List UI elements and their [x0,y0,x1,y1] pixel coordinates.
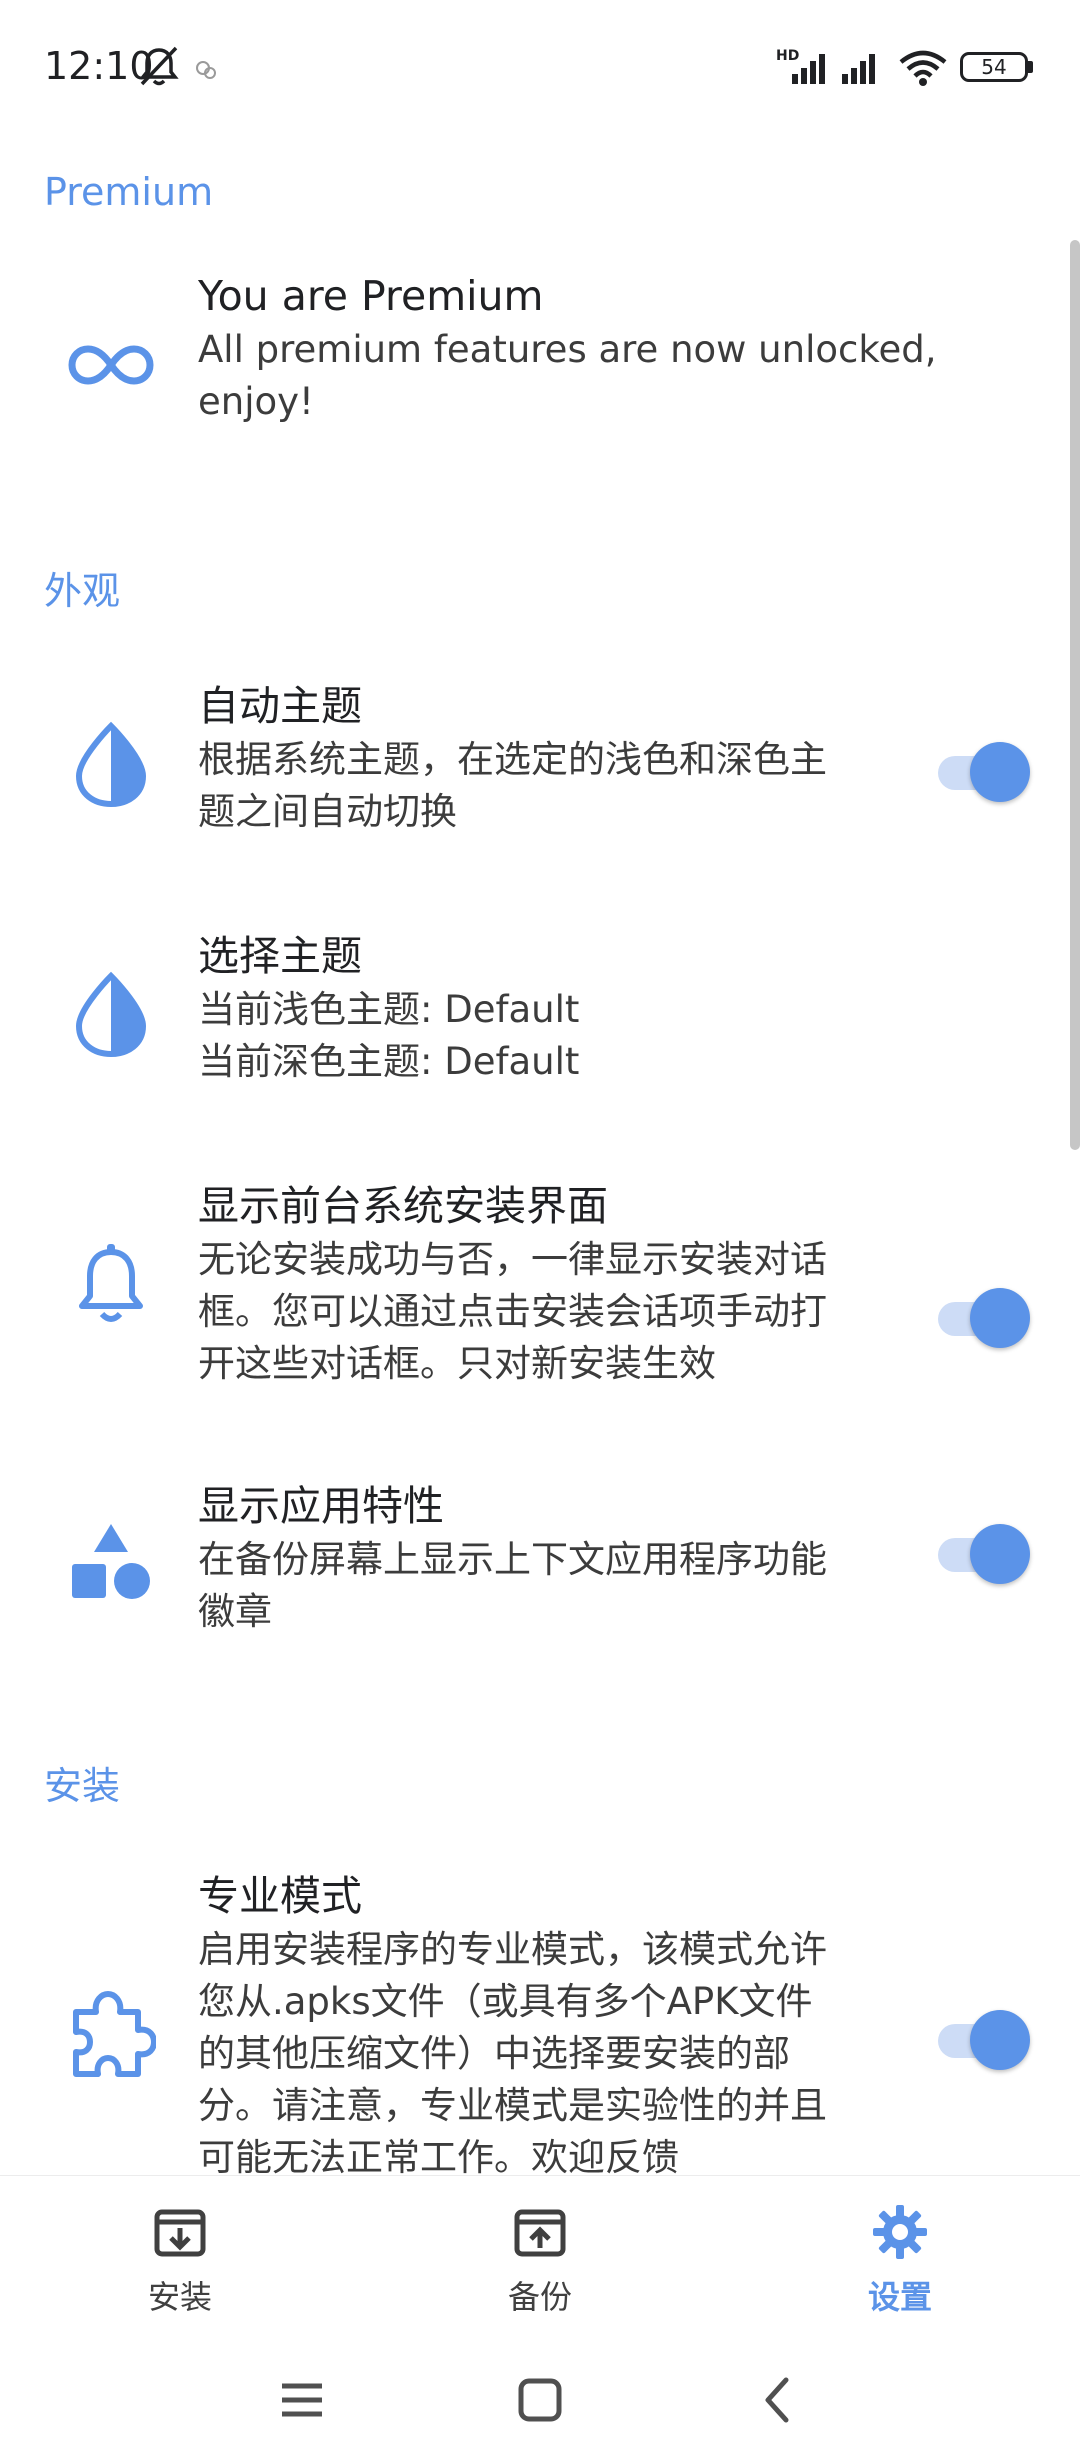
auto-theme-description: 根据系统主题，在选定的浅色和深色主 题之间自动切换 [198,738,827,833]
battery-level: 54 [981,55,1007,79]
show-app-features-title: 显示应用特性 [198,1482,444,1530]
nav-settings-label: 设置 [867,2278,932,2316]
settings-gear-icon [873,2205,927,2259]
select-theme-description: 当前浅色主题: Default 当前深色主题: Default [198,988,580,1083]
system-navigation-bar [0,2340,1080,2460]
premium-description: All premium features are now unlocked, e… [198,328,937,423]
wifi-icon [899,50,947,86]
toggle-thumb [970,1288,1030,1348]
premium-title: You are Premium [198,272,544,320]
home-icon[interactable] [500,2370,580,2430]
show-install-ui-toggle[interactable] [938,1288,1030,1348]
install-icon [154,2209,206,2257]
battery-icon: 54 [960,52,1028,82]
nav-install[interactable]: 安装 [80,2204,280,2324]
section-title-premium: Premium [44,170,214,214]
premium-item[interactable]: You are Premium All premium features are… [0,270,1080,470]
nav-install-label: 安装 [147,2278,212,2316]
menu-icon[interactable] [262,2370,342,2430]
show-app-features-description: 在备份屏幕上显示上下文应用程序功能 徽章 [198,1538,827,1633]
show-install-ui-description: 无论安装成功与否，一律显示安装对话 框。您可以通过点击安装会话项手动打 开这些对… [198,1238,827,1385]
setting-show-install-ui[interactable]: 显示前台系统安装界面 无论安装成功与否，一律显示安装对话 框。您可以通过点击安装… [0,1180,1080,1410]
section-title-appearance: 外观 [44,569,121,613]
setting-pro-mode[interactable]: 专业模式 启用安装程序的专业模式，该模式允许 您从.apks文件（或具有多个AP… [0,1870,1080,2175]
theme-drop-icon [75,971,147,1058]
pro-mode-toggle[interactable] [938,2010,1030,2070]
setting-auto-theme[interactable]: 自动主题 根据系统主题，在选定的浅色和深色主 题之间自动切换 [0,680,1080,880]
theme-drop-icon [75,721,147,808]
auto-theme-toggle[interactable] [938,742,1030,802]
settings-list[interactable]: Premium You are Premium All premium feat… [0,140,1080,2175]
battery-tip [1028,61,1033,73]
show-app-features-toggle[interactable] [938,1524,1030,1584]
show-install-ui-title: 显示前台系统安装界面 [198,1182,608,1230]
shapes-icon [72,1524,150,1599]
back-icon[interactable] [738,2370,818,2430]
nav-backup-label: 备份 [507,2278,572,2316]
nav-backup[interactable]: 备份 [440,2204,640,2324]
section-title-install: 安装 [44,1764,121,1808]
signal-strength-icon [792,54,825,84]
pro-mode-title: 专业模式 [198,1872,362,1920]
toggle-thumb [970,742,1030,802]
auto-theme-title: 自动主题 [198,682,362,730]
backup-icon [514,2209,566,2257]
puzzle-piece-icon [73,1991,156,2077]
bell-icon [79,1244,143,1322]
nav-settings[interactable]: 设置 [800,2204,1000,2324]
pro-mode-description: 启用安装程序的专业模式，该模式允许 您从.apks文件（或具有多个APK文件 的… [198,1928,827,2175]
status-bar: 12:10 HD 54 [0,0,1080,140]
signal-strength-2-icon [842,54,875,84]
setting-select-theme[interactable]: 选择主题 当前浅色主题: Default 当前深色主题: Default [0,930,1080,1130]
toggle-thumb [970,2010,1030,2070]
setting-show-app-features[interactable]: 显示应用特性 在备份屏幕上显示上下文应用程序功能 徽章 [0,1480,1080,1680]
select-theme-title: 选择主题 [198,932,362,980]
mute-bell-icon [139,46,179,86]
app-notification-icon [196,61,216,79]
bottom-navigation: 安装 备份 设置 [0,2175,1080,2340]
toggle-thumb [970,1524,1030,1584]
infinity-icon [68,345,154,385]
